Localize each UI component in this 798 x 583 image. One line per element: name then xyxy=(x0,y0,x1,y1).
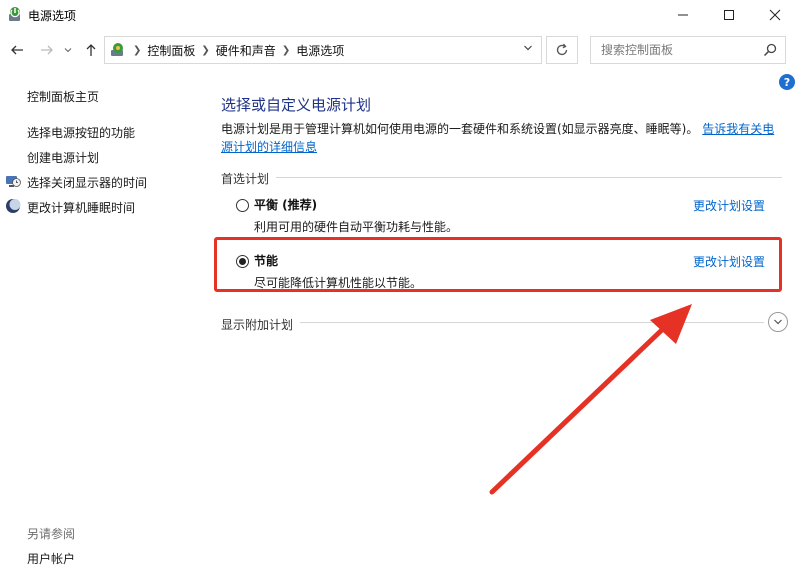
search-icon[interactable] xyxy=(763,43,777,57)
sidebar-item-user-accounts[interactable]: 用户帐户 xyxy=(27,550,75,567)
minimize-icon xyxy=(678,14,688,16)
search-input[interactable] xyxy=(601,43,761,57)
up-button[interactable] xyxy=(80,40,102,60)
breadcrumb-power-options[interactable]: 电源选项 xyxy=(296,42,344,59)
plan-name[interactable]: 平衡 (推荐) xyxy=(254,196,317,213)
address-dropdown-button[interactable] xyxy=(523,43,533,56)
maximize-icon xyxy=(724,10,734,20)
plan-balanced-radio[interactable] xyxy=(236,199,249,212)
refresh-icon xyxy=(556,43,568,56)
arrow-right-icon xyxy=(41,45,53,55)
breadcrumb-hardware-sound[interactable]: 硬件和声音 xyxy=(216,42,276,59)
refresh-button[interactable] xyxy=(546,36,578,64)
maximize-button[interactable] xyxy=(706,0,752,30)
chevron-down-icon xyxy=(774,319,782,325)
highlight-annotation-box xyxy=(214,237,782,292)
power-options-icon xyxy=(9,7,20,21)
moon-icon xyxy=(6,199,21,213)
close-icon xyxy=(769,9,781,21)
recent-locations-button[interactable] xyxy=(62,40,74,60)
sidebar-item-create-power-plan[interactable]: 创建电源计划 xyxy=(27,149,99,166)
arrow-up-icon xyxy=(86,44,96,56)
sidebar-item-display-off-time[interactable]: 选择关闭显示器的时间 xyxy=(27,174,147,191)
chevron-down-icon xyxy=(64,48,72,53)
divider xyxy=(276,177,782,178)
red-arrow-annotation xyxy=(489,304,692,495)
monitor-clock-icon xyxy=(6,176,21,187)
page-description: 电源计划是用于管理计算机如何使用电源的一套硬件和系统设置(如显示器亮度、睡眠等)… xyxy=(221,120,783,156)
minimize-button[interactable] xyxy=(660,0,706,30)
plan-description: 利用可用的硬件自动平衡功耗与性能。 xyxy=(254,220,459,234)
window-title: 电源选项 xyxy=(28,9,77,23)
title-bar: 电源选项 xyxy=(0,0,798,30)
back-button[interactable] xyxy=(6,40,28,60)
sidebar-item-power-button-function[interactable]: 选择电源按钮的功能 xyxy=(27,124,135,141)
help-icon[interactable]: ? xyxy=(779,74,795,90)
breadcrumb-separator: ❯ xyxy=(133,44,142,56)
page-title: 选择或自定义电源计划 xyxy=(221,96,372,114)
preferred-plans-label: 首选计划 xyxy=(221,172,270,186)
plan-balanced-settings-link[interactable]: 更改计划设置 xyxy=(693,197,765,214)
search-box[interactable] xyxy=(590,36,786,64)
navigation-bar: ❯ 控制面板 ❯ 硬件和声音 ❯ 电源选项 xyxy=(0,34,798,66)
control-panel-icon xyxy=(111,43,123,56)
expand-additional-plans-button[interactable] xyxy=(768,312,788,332)
close-button[interactable] xyxy=(752,0,798,30)
show-additional-plans-label[interactable]: 显示附加计划 xyxy=(221,316,293,333)
chevron-down-icon xyxy=(524,45,532,51)
sidebar-item-control-panel-home[interactable]: 控制面板主页 xyxy=(27,88,99,105)
arrow-left-icon xyxy=(11,45,23,55)
breadcrumb-separator[interactable]: ❯ xyxy=(201,45,209,56)
sidebar-item-sleep-time[interactable]: 更改计算机睡眠时间 xyxy=(27,199,135,216)
see-also-heading: 另请参阅 xyxy=(27,527,76,541)
description-text: 电源计划是用于管理计算机如何使用电源的一套硬件和系统设置(如显示器亮度、睡眠等)… xyxy=(221,122,699,136)
breadcrumb-control-panel[interactable]: 控制面板 xyxy=(147,42,195,59)
forward-button[interactable] xyxy=(36,40,58,60)
address-bar[interactable]: ❯ 控制面板 ❯ 硬件和声音 ❯ 电源选项 xyxy=(104,36,542,64)
breadcrumb-separator[interactable]: ❯ xyxy=(282,45,290,56)
